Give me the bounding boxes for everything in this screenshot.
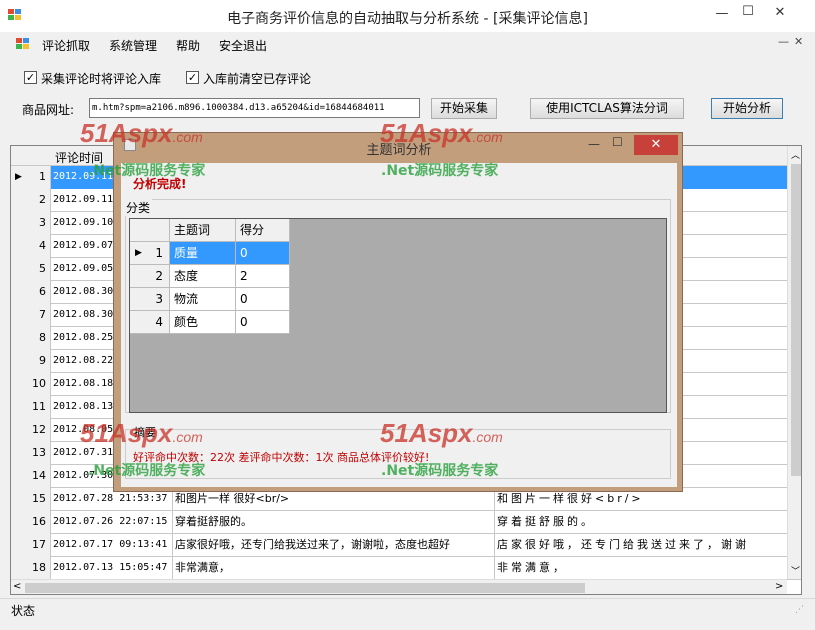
topic-row-header[interactable]: ▶ 1	[130, 242, 170, 265]
row-header[interactable]: 9	[11, 350, 51, 373]
row-header[interactable]: ▶ 1	[11, 166, 51, 189]
watermark-tagline: .Net源码服务专家	[381, 463, 499, 479]
store-on-collect-label: 采集评论时将评论入库	[41, 72, 162, 86]
cell-score[interactable]: 0	[236, 311, 290, 334]
row-header[interactable]: 16	[11, 511, 51, 534]
topic-word-table[interactable]: 主题词 得分 ▶ 1 质量 0 2 态度 2 3 物流 0 4 颜色 0	[129, 218, 667, 413]
mdi-close-button[interactable]: ✕	[794, 35, 803, 48]
row-header[interactable]: 7	[11, 304, 51, 327]
menu-comment-crawl[interactable]: 评论抓取	[42, 37, 90, 54]
scroll-down-icon[interactable]: ﹀	[791, 564, 800, 577]
horizontal-scroll-thumb[interactable]	[25, 583, 585, 593]
row-header[interactable]: 15	[11, 488, 51, 511]
row-header[interactable]: 18	[11, 557, 51, 580]
topic-row[interactable]: ▶ 1 质量 0	[130, 242, 290, 265]
url-label: 商品网址:	[22, 103, 75, 117]
menu-help[interactable]: 帮助	[176, 37, 200, 54]
corner-cell	[130, 219, 170, 242]
scroll-right-icon[interactable]: >	[775, 581, 783, 592]
topic-row-header[interactable]: 2	[130, 265, 170, 288]
cell-segmented-text[interactable]: 店家很好哦，还专门给我送过来了，谢谢	[495, 534, 791, 557]
start-analyze-button[interactable]: 开始分析	[711, 98, 783, 119]
row-header[interactable]: 8	[11, 327, 51, 350]
menu-bar: 评论抓取 系统管理 帮助 安全退出 — ✕	[0, 32, 815, 56]
topic-row[interactable]: 4 颜色 0	[130, 311, 290, 334]
row-header[interactable]: 10	[11, 373, 51, 396]
clear-before-store-checkbox[interactable]: ✓	[186, 71, 199, 84]
cell-topic-word[interactable]: 态度	[170, 265, 236, 288]
dialog-maximize-button[interactable]: ☐	[612, 135, 623, 149]
cell-score[interactable]: 0	[236, 288, 290, 311]
mdi-minimize-button[interactable]: —	[778, 35, 789, 48]
header-score: 得分	[236, 219, 290, 242]
close-button[interactable]: ✕	[770, 5, 790, 20]
topic-row[interactable]: 3 物流 0	[130, 288, 290, 311]
minimize-button[interactable]: —	[712, 6, 732, 21]
cell-comment-text[interactable]: 穿着挺舒服的。	[173, 511, 495, 534]
mdi-child-icon	[16, 38, 30, 50]
dialog-minimize-button[interactable]: —	[588, 137, 600, 151]
menu-system-manage[interactable]: 系统管理	[109, 37, 157, 54]
clear-before-store-label: 入库前清空已存评论	[203, 72, 312, 86]
store-on-collect-checkbox[interactable]: ✓	[24, 71, 37, 84]
table-row[interactable]: 16 2012.07.26 22:07:15 穿着挺舒服的。 穿着挺舒服的。	[11, 511, 801, 534]
cell-comment-text[interactable]: 非常满意，	[173, 557, 495, 580]
status-bar: 状态 ⋰	[0, 598, 815, 630]
scroll-left-icon[interactable]: <	[13, 581, 21, 592]
category-group-label: 分类	[124, 199, 153, 216]
vertical-scrollbar[interactable]: ︿ ﹀	[787, 146, 801, 579]
cell-score[interactable]: 0	[236, 242, 290, 265]
topic-row-header[interactable]: 4	[130, 311, 170, 334]
status-text: 状态	[11, 604, 36, 618]
table-row[interactable]: 18 2012.07.13 15:05:47 非常满意， 非常满意，	[11, 557, 801, 580]
cell-segmented-text[interactable]: 非常满意，	[495, 557, 791, 580]
cell-topic-word[interactable]: 质量	[170, 242, 236, 265]
row-header[interactable]: 3	[11, 212, 51, 235]
watermark-tagline: .Net源码服务专家	[381, 163, 499, 179]
maximize-button[interactable]: ☐	[738, 4, 758, 19]
watermark-tagline: .Net源码服务专家	[88, 463, 206, 479]
watermark-logo: 51Aspx.com	[80, 418, 203, 448]
row-header[interactable]: 12	[11, 419, 51, 442]
row-header[interactable]: 6	[11, 281, 51, 304]
resize-grip-icon[interactable]: ⋰	[795, 605, 804, 615]
watermark-tagline: .Net源码服务专家	[88, 163, 206, 179]
header-topic-word: 主题词	[170, 219, 236, 242]
cell-comment-text[interactable]: 店家很好哦，还专门给我送过来了，谢谢啦，态度也超好	[173, 534, 495, 557]
table-row[interactable]: 17 2012.07.17 09:13:41 店家很好哦，还专门给我送过来了，谢谢啦…	[11, 534, 801, 557]
cell-comment-time[interactable]: 2012.07.26 22:07:15	[51, 511, 173, 534]
watermark-logo: 51Aspx.com	[380, 418, 503, 448]
cell-comment-time[interactable]: 2012.07.13 15:05:47	[51, 557, 173, 580]
row-header[interactable]: 4	[11, 235, 51, 258]
topic-row-header[interactable]: 3	[130, 288, 170, 311]
row-header[interactable]: 5	[11, 258, 51, 281]
row-header[interactable]: 17	[11, 534, 51, 557]
menu-safe-exit[interactable]: 安全退出	[219, 37, 267, 54]
ictclas-segment-button[interactable]: 使用ICTCLAS算法分词	[530, 98, 684, 119]
title-bar: 电子商务评价信息的自动抽取与分析系统 - [采集评论信息] — ☐ ✕	[0, 0, 815, 32]
scroll-up-icon[interactable]: ︿	[791, 148, 800, 161]
watermark-logo: 51Aspx.com	[380, 118, 503, 148]
row-header[interactable]: 2	[11, 189, 51, 212]
cell-topic-word[interactable]: 颜色	[170, 311, 236, 334]
horizontal-scrollbar[interactable]: < >	[11, 579, 787, 594]
dialog-close-button[interactable]: ✕	[634, 135, 678, 155]
window-title: 电子商务评价信息的自动抽取与分析系统 - [采集评论信息]	[227, 11, 588, 27]
row-header[interactable]: 14	[11, 465, 51, 488]
cell-comment-time[interactable]: 2012.07.17 09:13:41	[51, 534, 173, 557]
start-collect-button[interactable]: 开始采集	[431, 98, 497, 119]
row-header[interactable]: 13	[11, 442, 51, 465]
vertical-scroll-thumb[interactable]	[791, 164, 801, 476]
url-input[interactable]: m.htm?spm=a2106.m896.1000384.d13.a65204&…	[89, 98, 420, 118]
cell-score[interactable]: 2	[236, 265, 290, 288]
cell-topic-word[interactable]: 物流	[170, 288, 236, 311]
topic-table-header: 主题词 得分	[130, 219, 290, 242]
watermark-logo: 51Aspx.com	[80, 118, 203, 148]
cell-segmented-text[interactable]: 穿着挺舒服的。	[495, 511, 791, 534]
row-header[interactable]: 11	[11, 396, 51, 419]
topic-row[interactable]: 2 态度 2	[130, 265, 290, 288]
